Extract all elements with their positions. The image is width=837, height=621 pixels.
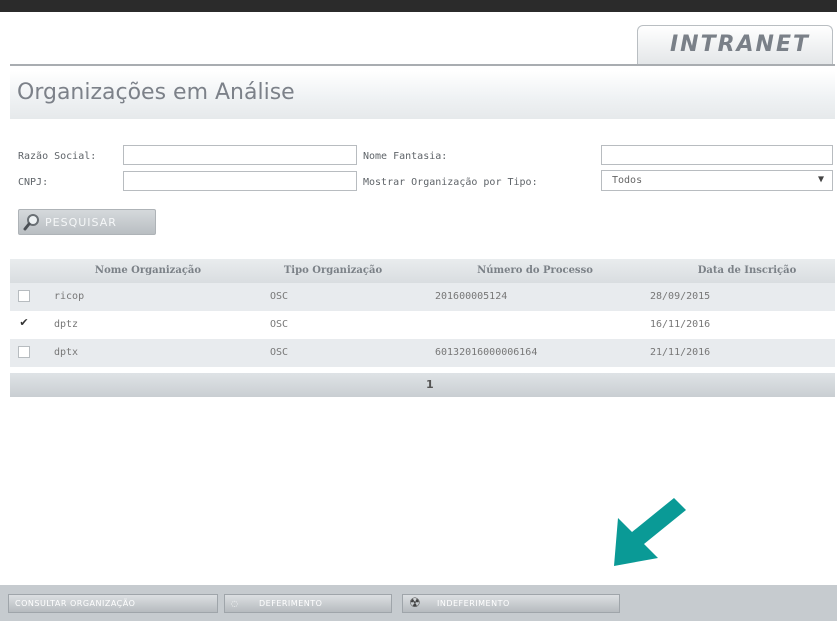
check-icon: ◌ bbox=[231, 599, 239, 608]
razao-social-input[interactable] bbox=[123, 145, 357, 165]
row-checkbox-checked[interactable]: ✔ bbox=[18, 317, 30, 330]
cell-tipo: OSC bbox=[270, 319, 289, 330]
header-divider bbox=[10, 64, 835, 66]
cell-tipo: OSC bbox=[270, 291, 289, 302]
cell-processo: 60132016000006164 bbox=[435, 347, 538, 358]
table-header: Nome Organização Tipo Organização Número… bbox=[10, 259, 835, 283]
deferimento-label: DEFERIMENTO bbox=[259, 599, 323, 608]
deferimento-button[interactable]: ◌ DEFERIMENTO bbox=[224, 594, 392, 613]
intranet-logo-text: INTRANET bbox=[669, 32, 810, 57]
cell-nome: ricop bbox=[54, 291, 85, 302]
razao-social-label: Razão Social: bbox=[18, 151, 97, 162]
top-bar bbox=[0, 0, 837, 12]
table-row[interactable]: ricop OSC 201600005124 28/09/2015 bbox=[10, 283, 835, 311]
col-data-inscricao[interactable]: Data de Inscrição bbox=[662, 265, 832, 276]
table-row[interactable]: ✔ dptz OSC 16/11/2016 bbox=[10, 311, 835, 339]
cell-data: 28/09/2015 bbox=[650, 291, 711, 302]
cell-data: 21/11/2016 bbox=[650, 347, 711, 358]
indeferimento-label: INDEFERIMENTO bbox=[437, 599, 510, 608]
tipo-label: Mostrar Organização por Tipo: bbox=[363, 177, 538, 188]
indeferimento-button[interactable]: ☢ INDEFERIMENTO bbox=[402, 594, 620, 613]
tipo-select-value: Todos bbox=[612, 175, 643, 186]
search-button-label: PESQUISAR bbox=[45, 216, 117, 229]
table-pager: 1 bbox=[10, 373, 835, 397]
nome-fantasia-input[interactable] bbox=[601, 145, 833, 165]
search-button[interactable]: PESQUISAR bbox=[18, 209, 156, 235]
tipo-select[interactable]: Todos ▼ bbox=[601, 170, 833, 191]
cnpj-label: CNPJ: bbox=[18, 177, 49, 188]
col-tipo-organizacao[interactable]: Tipo Organização bbox=[258, 265, 408, 276]
pager-page-1[interactable]: 1 bbox=[426, 378, 434, 391]
chevron-down-icon: ▼ bbox=[817, 174, 824, 185]
cell-tipo: OSC bbox=[270, 347, 289, 358]
page-title: Organizações em Análise bbox=[17, 80, 295, 105]
consultar-organizacao-button[interactable]: CONSULTAR ORGANIZAÇÃO bbox=[8, 594, 218, 613]
indeferimento-icon: ☢ bbox=[409, 596, 422, 611]
table-row[interactable]: dptx OSC 60132016000006164 21/11/2016 bbox=[10, 339, 835, 367]
cell-nome: dptx bbox=[54, 347, 79, 358]
row-checkbox[interactable] bbox=[18, 290, 30, 302]
cell-nome: dptz bbox=[54, 319, 79, 330]
cnpj-input[interactable] bbox=[123, 171, 357, 191]
consultar-organizacao-label: CONSULTAR ORGANIZAÇÃO bbox=[15, 599, 136, 608]
cell-data: 16/11/2016 bbox=[650, 319, 711, 330]
col-nome-organizacao[interactable]: Nome Organização bbox=[68, 265, 228, 276]
bottom-toolbar: CONSULTAR ORGANIZAÇÃO ◌ DEFERIMENTO ☢ IN… bbox=[0, 585, 837, 621]
col-numero-processo[interactable]: Número do Processo bbox=[450, 265, 620, 276]
page-title-bar: Organizações em Análise bbox=[10, 71, 835, 119]
row-checkbox[interactable] bbox=[18, 346, 30, 358]
intranet-tab[interactable]: INTRANET bbox=[637, 25, 833, 65]
nome-fantasia-label: Nome Fantasia: bbox=[363, 151, 448, 162]
arrow-down-left-icon bbox=[610, 496, 690, 574]
cell-processo: 201600005124 bbox=[435, 291, 508, 302]
search-icon bbox=[23, 213, 41, 234]
